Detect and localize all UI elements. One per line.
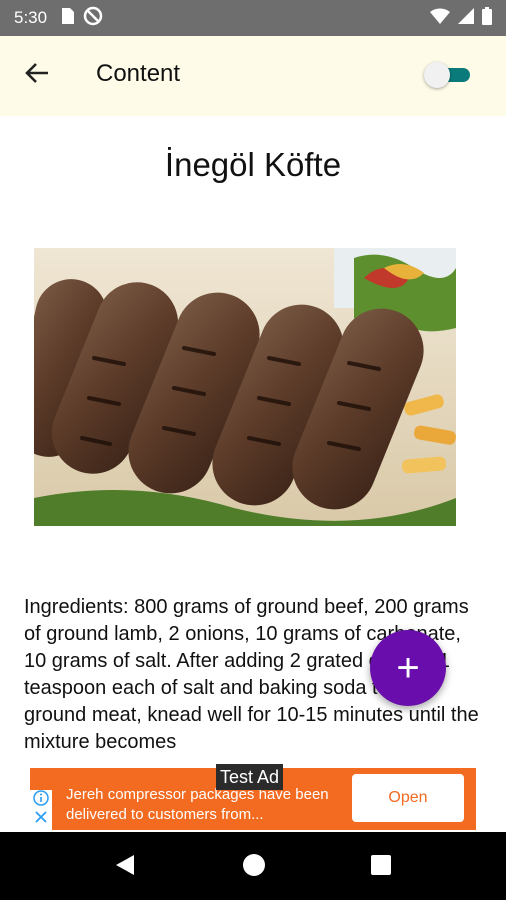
ad-controls [30,790,52,830]
cellular-signal-icon [458,7,474,29]
recipe-photo [34,248,456,526]
navigation-bar [0,832,506,900]
status-bar: 5:30 [0,0,506,36]
recents-square-icon [370,854,392,881]
home-circle-icon [242,853,266,882]
info-icon[interactable] [33,790,49,811]
kofte-illustration [34,248,456,526]
app-bar: Content [0,36,506,116]
arrow-left-icon [24,61,50,90]
sd-card-icon [59,7,75,30]
nav-recents-button[interactable] [368,854,394,880]
nav-home-button[interactable] [241,853,267,882]
test-ad-badge: Test Ad [216,764,284,790]
back-button[interactable] [22,60,52,90]
page-title: Content [96,60,181,87]
battery-icon [482,6,492,30]
recipe-title: İnegöl Köfte [164,146,342,183]
plus-icon: + [396,646,420,690]
nav-back-button[interactable] [112,854,138,880]
status-time: 5:30 [14,8,48,27]
content-toggle[interactable] [424,62,470,88]
close-icon[interactable] [34,810,48,829]
toggle-knob [424,62,450,88]
back-triangle-icon [114,853,136,882]
do-not-disturb-icon [83,6,103,31]
add-fab-button[interactable]: + [370,630,446,706]
ad-open-button[interactable]: Open [352,774,464,822]
ad-text: Jereh compressor packages have been deli… [66,786,329,823]
wifi-icon [430,7,450,29]
